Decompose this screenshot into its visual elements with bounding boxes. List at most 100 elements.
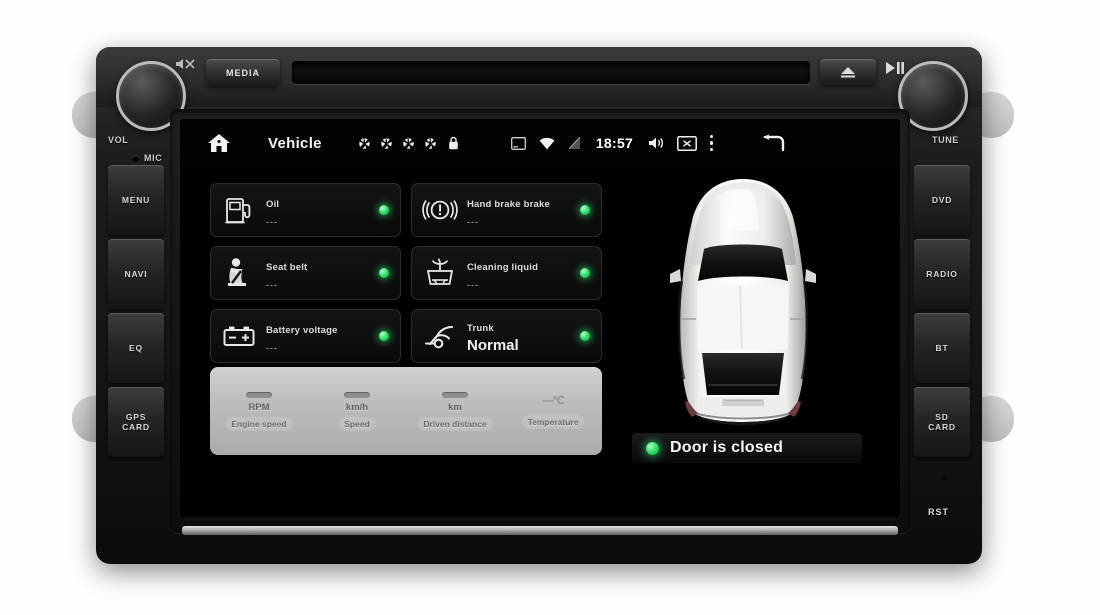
speaker-icon[interactable] <box>648 136 664 150</box>
fuel-pump-icon <box>220 192 258 228</box>
seat-belt-icon <box>220 255 258 291</box>
radio-button[interactable]: RADIO <box>914 239 970 309</box>
volume-knob-label: VOL <box>108 135 129 145</box>
trunk-open-icon <box>421 318 459 354</box>
eq-button-label: EQ <box>129 343 143 353</box>
card-handbrake[interactable]: Hand brake brake --- <box>411 183 602 237</box>
gps-card-button-label-line1: GPS <box>125 412 147 422</box>
status-led <box>379 268 389 278</box>
menu-button[interactable]: MENU <box>108 165 164 235</box>
metric-speed[interactable]: km/h Speed <box>308 367 406 455</box>
card-label: Battery voltage <box>266 324 338 336</box>
reset-button-label: RST <box>928 507 949 517</box>
chrome-trim-strip <box>182 526 898 535</box>
metric-name: Speed <box>338 416 376 431</box>
door-status-banner: Door is closed <box>632 433 862 463</box>
metric-unit: RPM <box>248 401 270 413</box>
signal-off-icon <box>568 136 581 150</box>
gear-icon-group <box>358 136 459 150</box>
status-indicators: 18:57 <box>510 134 785 152</box>
reset-button[interactable]: RST <box>928 502 949 520</box>
bt-button[interactable]: BT <box>914 313 970 383</box>
card-label: Trunk <box>467 323 494 334</box>
navi-button[interactable]: NAVI <box>108 239 164 309</box>
card-cleaning-liquid[interactable]: Cleaning liquid --- <box>411 246 602 300</box>
card-row: Battery voltage --- Trunk Normal <box>210 309 602 363</box>
metric-value: —℃ <box>542 394 564 407</box>
card-trunk[interactable]: Trunk Normal <box>411 309 602 363</box>
gear-icon <box>380 137 393 150</box>
more-vertical-icon[interactable] <box>710 135 715 151</box>
card-label: Seat belt <box>266 261 308 273</box>
microphone-hole <box>132 155 139 162</box>
screen-off-icon[interactable] <box>677 135 698 151</box>
back-arrow-icon[interactable] <box>758 134 785 152</box>
disc-slot[interactable] <box>292 61 810 84</box>
door-status-text: Door is closed <box>670 439 784 456</box>
status-bar: Vehicle 18:57 <box>180 119 900 167</box>
eject-button[interactable] <box>820 59 876 85</box>
tune-knob-label: TUNE <box>932 135 959 145</box>
touchscreen-display[interactable]: Vehicle 18:57 Oil --- Hand brake brake -… <box>180 119 900 517</box>
metric-value-placeholder <box>246 391 272 398</box>
card-row: Oil --- Hand brake brake --- <box>210 183 602 237</box>
home-icon[interactable] <box>206 132 232 154</box>
card-value: --- <box>467 279 479 290</box>
sd-card-button-label-line2: CARD <box>928 422 956 432</box>
head-unit-body: VOL MIC MEDIA TUNE MENU NAVI EQ GPS CARD… <box>96 47 982 564</box>
metric-value-placeholder <box>442 391 468 398</box>
microphone-label: MIC <box>144 153 163 163</box>
gear-icon <box>402 137 415 150</box>
card-oil[interactable]: Oil --- <box>210 183 401 237</box>
metric-unit: km <box>448 401 462 413</box>
status-led <box>580 268 590 278</box>
card-label: Cleaning liquid <box>467 261 539 273</box>
door-status-led <box>646 441 659 455</box>
metric-driven-distance[interactable]: km Driven distance <box>406 367 504 455</box>
washer-fluid-icon <box>421 255 459 291</box>
media-button-label: MEDIA <box>226 67 260 78</box>
screw-hole <box>942 475 947 480</box>
page-title: Vehicle <box>268 134 322 152</box>
card-value: --- <box>266 279 278 290</box>
status-led <box>379 205 389 215</box>
dvd-button-label: DVD <box>931 195 953 205</box>
gear-icon <box>424 137 437 150</box>
clock: 18:57 <box>595 135 634 151</box>
mute-logo-icon <box>174 57 196 74</box>
screenshot-stage: VOL MIC MEDIA TUNE MENU NAVI EQ GPS CARD… <box>0 0 1100 615</box>
wifi-icon[interactable] <box>539 137 555 150</box>
metric-unit: km/h <box>345 401 369 413</box>
card-row: Seat belt --- Cleaning liquid --- <box>210 246 602 300</box>
dvd-button[interactable]: DVD <box>914 165 970 235</box>
metric-temperature[interactable]: —℃ Temperature <box>504 367 602 455</box>
gps-card-button-label-line2: CARD <box>122 422 150 432</box>
radio-button-label: RADIO <box>926 269 958 279</box>
eq-button[interactable]: EQ <box>108 313 164 383</box>
card-seatbelt[interactable]: Seat belt --- <box>210 246 401 300</box>
metric-name: Engine speed <box>225 416 293 431</box>
metric-name: Driven distance <box>417 416 493 431</box>
gear-icon <box>358 137 371 150</box>
metric-engine-speed[interactable]: RPM Engine speed <box>210 367 308 455</box>
card-value: --- <box>266 342 278 353</box>
vehicle-metrics-panel: RPM Engine speed km/h Speed km Driven di… <box>210 367 602 455</box>
card-value: --- <box>467 216 479 227</box>
card-label: Hand brake brake <box>467 198 550 210</box>
sd-card-button[interactable]: SD CARD <box>914 387 970 457</box>
status-led <box>379 331 389 341</box>
media-button[interactable]: MEDIA <box>206 59 280 86</box>
metric-value-placeholder <box>344 391 370 398</box>
left-button-column: MENU NAVI EQ GPS CARD <box>108 165 164 461</box>
card-battery-voltage[interactable]: Battery voltage --- <box>210 309 401 363</box>
vehicle-status-card-grid: Oil --- Hand brake brake --- Seat belt -… <box>210 183 602 372</box>
cast-icon[interactable] <box>510 136 526 150</box>
status-led <box>580 331 590 341</box>
gps-card-button[interactable]: GPS CARD <box>108 387 164 457</box>
card-value: --- <box>266 216 278 227</box>
vehicle-info-content: Oil --- Hand brake brake --- Seat belt -… <box>180 167 900 517</box>
right-button-column: DVD RADIO BT SD CARD <box>914 165 970 461</box>
navi-button-label: NAVI <box>124 269 148 279</box>
menu-button-label: MENU <box>121 195 151 205</box>
car-illustration-area <box>620 173 870 431</box>
